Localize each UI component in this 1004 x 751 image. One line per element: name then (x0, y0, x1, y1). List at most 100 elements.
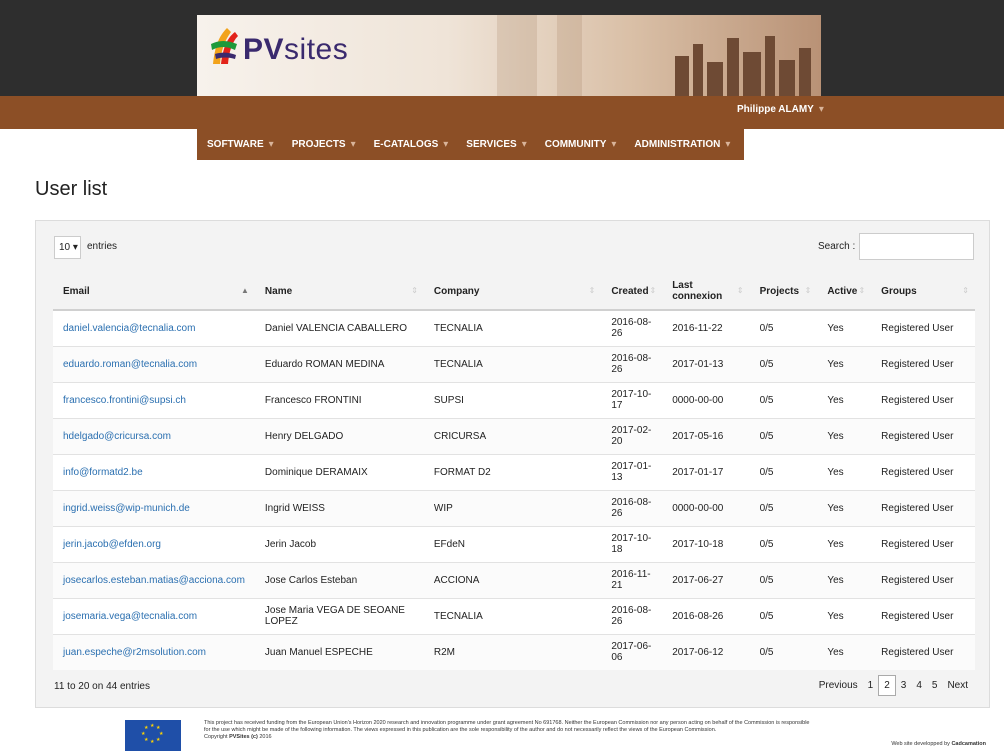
developer-link[interactable]: Cadcamation (951, 741, 986, 747)
table-row: francesco.frontini@supsi.ch Francesco FRO… (53, 381, 975, 418)
cell-projects: 0/5 (749, 525, 818, 562)
column-header-company[interactable]: Company ⇕ (423, 273, 602, 311)
banner-building (693, 44, 703, 96)
user-menu[interactable]: Philippe ALAMY ▾ (737, 104, 824, 115)
email-link[interactable]: josemaria.vega@tecnalia.com (63, 611, 197, 622)
funding-text: This project has received funding from t… (204, 720, 810, 726)
pagination-page[interactable]: 4 (911, 676, 927, 695)
caret-down-icon: ▾ (268, 139, 274, 150)
banner-building (675, 56, 689, 96)
cell-groups: Registered User (871, 597, 975, 634)
column-header-email[interactable]: Email ▲ (53, 273, 255, 311)
email-link[interactable]: daniel.valencia@tecnalia.com (63, 323, 195, 334)
email-link[interactable]: juan.espeche@r2msolution.com (63, 647, 206, 658)
cell-projects: 0/5 (749, 345, 818, 382)
email-link[interactable]: jerin.jacob@efden.org (63, 539, 161, 550)
pagination-page[interactable]: 5 (927, 676, 943, 695)
cell-last-connexion: 2017-01-17 (662, 453, 750, 490)
banner-stripe (497, 15, 537, 96)
star-icon: ★ (144, 725, 149, 731)
column-header-groups[interactable]: Groups ⇕ (871, 273, 975, 311)
cell-email: ingrid.weiss@wip-munich.de (53, 489, 255, 526)
user-table-panel: 10 ▾ entries Search : Email ▲ Name ⇕ Compa… (35, 220, 990, 708)
page-title: User list (35, 178, 108, 200)
cell-company: R2M (423, 633, 602, 670)
email-link[interactable]: info@formatd2.be (63, 467, 143, 478)
sort-icon: ⇕ (588, 286, 596, 295)
sort-icon: ⇕ (411, 286, 418, 295)
cell-email: hdelgado@cricursa.com (53, 417, 255, 454)
cell-active: Yes (817, 309, 872, 346)
cell-last-connexion: 2016-08-26 (662, 597, 750, 634)
cell-company: TECNALIA (423, 597, 602, 634)
cell-last-connexion: 2017-05-16 (662, 417, 750, 454)
banner-building (743, 52, 761, 96)
cell-last-connexion: 2017-01-13 (662, 345, 750, 382)
cell-email: info@formatd2.be (53, 453, 255, 490)
cell-name: Jose Carlos Esteban (254, 561, 424, 598)
email-link[interactable]: hdelgado@cricursa.com (63, 431, 171, 442)
cell-created: 2017-02-20 (601, 417, 663, 454)
cell-company: FORMAT D2 (423, 453, 602, 490)
cell-email: josecarlos.esteban.matias@acciona.com (53, 561, 255, 598)
cell-name: Jerin Jacob (254, 525, 424, 562)
footer-disclaimer: This project has received funding from t… (204, 720, 984, 741)
site-logo-text[interactable]: PVsites (243, 33, 348, 67)
pagination-page-current[interactable]: 2 (878, 675, 896, 696)
email-link[interactable]: ingrid.weiss@wip-munich.de (63, 503, 190, 514)
eu-flag-icon: ★ ★ ★ ★ ★ ★ ★ ★ (125, 720, 181, 751)
table-row: daniel.valencia@tecnalia.com Daniel VALEN… (53, 309, 975, 346)
pagination-previous[interactable]: Previous (814, 676, 863, 695)
developer-credit: Web site developped by Cadcamation (891, 741, 986, 747)
main-nav: SOFTWARE ▾ PROJECTS ▾ E-CATALOGS ▾ SERVICES… (197, 129, 744, 160)
cell-created: 2016-08-26 (601, 597, 663, 634)
nav-software[interactable]: SOFTWARE ▾ (207, 139, 274, 150)
cell-email: eduardo.roman@tecnalia.com (53, 345, 255, 382)
header-banner: PVsites (197, 15, 821, 96)
column-header-name[interactable]: Name ⇕ (254, 273, 424, 311)
pvsites-logo-icon[interactable] (209, 24, 241, 68)
email-link[interactable]: josecarlos.esteban.matias@acciona.com (63, 575, 245, 586)
cell-name: Henry DELGADO (254, 417, 424, 454)
email-link[interactable]: francesco.frontini@supsi.ch (63, 395, 186, 406)
cell-active: Yes (817, 345, 872, 382)
column-header-active[interactable]: Active ⇕ (817, 273, 872, 311)
banner-stripe (557, 15, 582, 96)
star-icon: ★ (156, 737, 161, 743)
nav-e-catalogs[interactable]: E-CATALOGS ▾ (374, 139, 449, 150)
cell-last-connexion: 0000-00-00 (662, 489, 750, 526)
nav-community[interactable]: COMMUNITY ▾ (545, 139, 617, 150)
star-icon: ★ (141, 731, 146, 737)
caret-down-icon: ▾ (443, 139, 449, 150)
table-row: info@formatd2.be Dominique DERAMAIX FORMAT… (53, 453, 975, 490)
pagination-page[interactable]: 3 (896, 676, 912, 695)
search-input[interactable] (859, 233, 974, 260)
cell-email: francesco.frontini@supsi.ch (53, 381, 255, 418)
column-header-created[interactable]: Created ⇕ (601, 273, 663, 311)
entries-length-select[interactable]: 10 ▾ (54, 236, 81, 259)
entries-label: entries (87, 241, 118, 252)
cell-groups: Registered User (871, 309, 975, 346)
nav-projects[interactable]: PROJECTS ▾ (292, 139, 356, 150)
pagination: Previous 1 2 3 4 5 Next (814, 675, 973, 696)
table-row: eduardo.roman@tecnalia.com Eduardo ROMAN … (53, 345, 975, 382)
search-label: Search : (818, 241, 856, 252)
pagination-next[interactable]: Next (942, 676, 973, 695)
column-header-last-connexion[interactable]: Last connexion ⇕ (662, 273, 750, 311)
cell-name: Juan Manuel ESPECHE (254, 633, 424, 670)
column-header-projects[interactable]: Projects ⇕ (749, 273, 818, 311)
pagination-page[interactable]: 1 (863, 676, 879, 695)
email-link[interactable]: eduardo.roman@tecnalia.com (63, 359, 197, 370)
cell-name: Eduardo ROMAN MEDINA (254, 345, 424, 382)
cell-email: jerin.jacob@efden.org (53, 525, 255, 562)
cell-company: SUPSI (423, 381, 602, 418)
cell-active: Yes (817, 381, 872, 418)
nav-services[interactable]: SERVICES ▾ (466, 139, 526, 150)
nav-administration[interactable]: ADMINISTRATION ▾ (634, 139, 730, 150)
cell-created: 2017-06-06 (601, 633, 663, 670)
caret-down-icon: ▾ (611, 139, 617, 150)
cell-name: Francesco FRONTINI (254, 381, 424, 418)
banner-building (765, 36, 775, 96)
cell-email: juan.espeche@r2msolution.com (53, 633, 255, 670)
table-row: jerin.jacob@efden.org Jerin Jacob EFdeN 201… (53, 525, 975, 562)
